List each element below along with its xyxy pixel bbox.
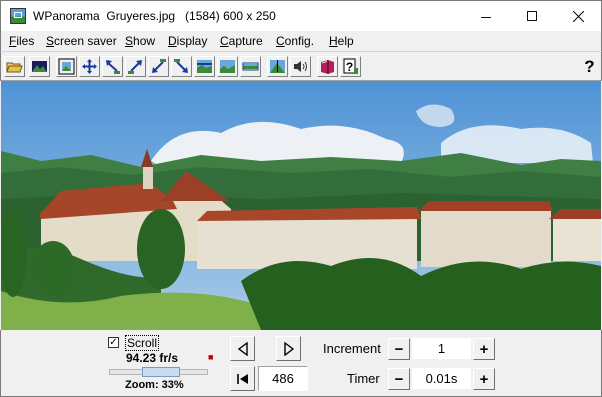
menu-config[interactable]: Config.	[276, 34, 314, 48]
scroll-checkbox[interactable]: ✓	[108, 337, 119, 348]
title-bar: WPanorama Gruyeres.jpg (1584) 600 x 250	[0, 0, 602, 31]
landscape-strip-icon	[242, 62, 259, 71]
increment-minus-button[interactable]: −	[388, 338, 410, 360]
diagonal-arrow-icon	[152, 59, 166, 73]
image-icon	[32, 61, 47, 72]
zoom-slider[interactable]	[109, 367, 208, 377]
close-button[interactable]	[555, 1, 601, 31]
control-panel: ✓ Scroll 94.23 fr/s ■ Zoom: 33% 486 Incr…	[0, 330, 602, 397]
question-document-icon: ?	[343, 58, 358, 74]
app-icon[interactable]	[10, 8, 26, 24]
fit-frame-button[interactable]	[56, 56, 77, 77]
increment-value-field[interactable]: 1	[412, 338, 471, 359]
menu-bar: Files Screen saver Show Display Capture …	[0, 31, 602, 51]
panorama-view[interactable]	[1, 81, 601, 330]
close-icon	[572, 10, 584, 22]
maximize-button[interactable]	[509, 1, 555, 31]
timer-minus-button[interactable]: −	[388, 368, 410, 390]
arrow-down-left-button[interactable]	[102, 56, 123, 77]
context-help-button[interactable]: ?	[580, 56, 599, 77]
menu-capture[interactable]: Capture	[220, 34, 263, 48]
diagonal-arrow-icon	[106, 60, 120, 74]
arrow-down-right-button[interactable]	[171, 56, 192, 77]
arrow-down-left-alt-button[interactable]	[148, 56, 169, 77]
move-arrows-icon	[82, 59, 97, 74]
panorama-image	[1, 81, 601, 330]
frame-rate-indicator-icon: ■	[208, 352, 214, 362]
window-title: WPanorama Gruyeres.jpg (1584) 600 x 250	[33, 9, 276, 23]
triangle-left-icon	[237, 341, 248, 356]
arrow-up-right-button[interactable]	[125, 56, 146, 77]
menu-display[interactable]: Display	[168, 34, 207, 48]
menu-files[interactable]: Files	[9, 34, 34, 48]
landscape-view-2-button[interactable]	[217, 56, 238, 77]
about-button[interactable]: ?	[340, 56, 361, 77]
diagonal-arrow-icon	[128, 60, 142, 74]
maximize-icon	[527, 11, 537, 21]
open-folder-button[interactable]	[4, 56, 25, 77]
toolbar: ? ?	[0, 51, 602, 81]
menu-screen-saver[interactable]: Screen saver	[46, 34, 117, 48]
position-field[interactable]: 486	[258, 366, 308, 391]
zoom-slider-thumb[interactable]	[142, 367, 180, 377]
menu-show[interactable]: Show	[125, 34, 155, 48]
book-icon	[321, 60, 334, 74]
svg-text:?: ?	[346, 60, 353, 74]
skip-to-start-icon	[236, 373, 248, 384]
increment-plus-button[interactable]: +	[473, 338, 495, 360]
diagonal-arrow-icon	[174, 59, 188, 73]
sound-button[interactable]	[290, 56, 311, 77]
landscape-view-1-button[interactable]	[194, 56, 215, 77]
open-folder-icon	[6, 62, 23, 73]
help-book-button[interactable]	[317, 56, 338, 77]
scroll-right-button[interactable]	[276, 336, 301, 361]
landscape-view-3-button[interactable]	[240, 56, 261, 77]
frame-icon	[58, 58, 75, 75]
timer-label: Timer	[347, 371, 380, 386]
landscape-icon	[197, 60, 212, 73]
increment-label: Increment	[323, 341, 381, 356]
scroll-left-button[interactable]	[230, 336, 255, 361]
minimize-button[interactable]	[463, 1, 509, 31]
move-button[interactable]	[79, 56, 100, 77]
minimize-icon	[481, 16, 491, 18]
frame-rate-readout: 94.23 fr/s	[126, 351, 179, 365]
zoom-readout: Zoom: 33%	[125, 379, 184, 391]
triangle-right-icon	[283, 341, 294, 356]
load-image-button[interactable]	[29, 56, 50, 77]
capture-icon	[270, 60, 285, 73]
capture-button[interactable]	[267, 56, 288, 77]
menu-help[interactable]: Help	[329, 34, 354, 48]
timer-value-field[interactable]: 0.01s	[412, 368, 471, 389]
landscape-icon	[220, 60, 235, 73]
scroll-label[interactable]: Scroll	[125, 335, 160, 351]
speaker-icon	[294, 61, 307, 72]
go-to-start-button[interactable]	[230, 366, 255, 391]
timer-plus-button[interactable]: +	[473, 368, 495, 390]
